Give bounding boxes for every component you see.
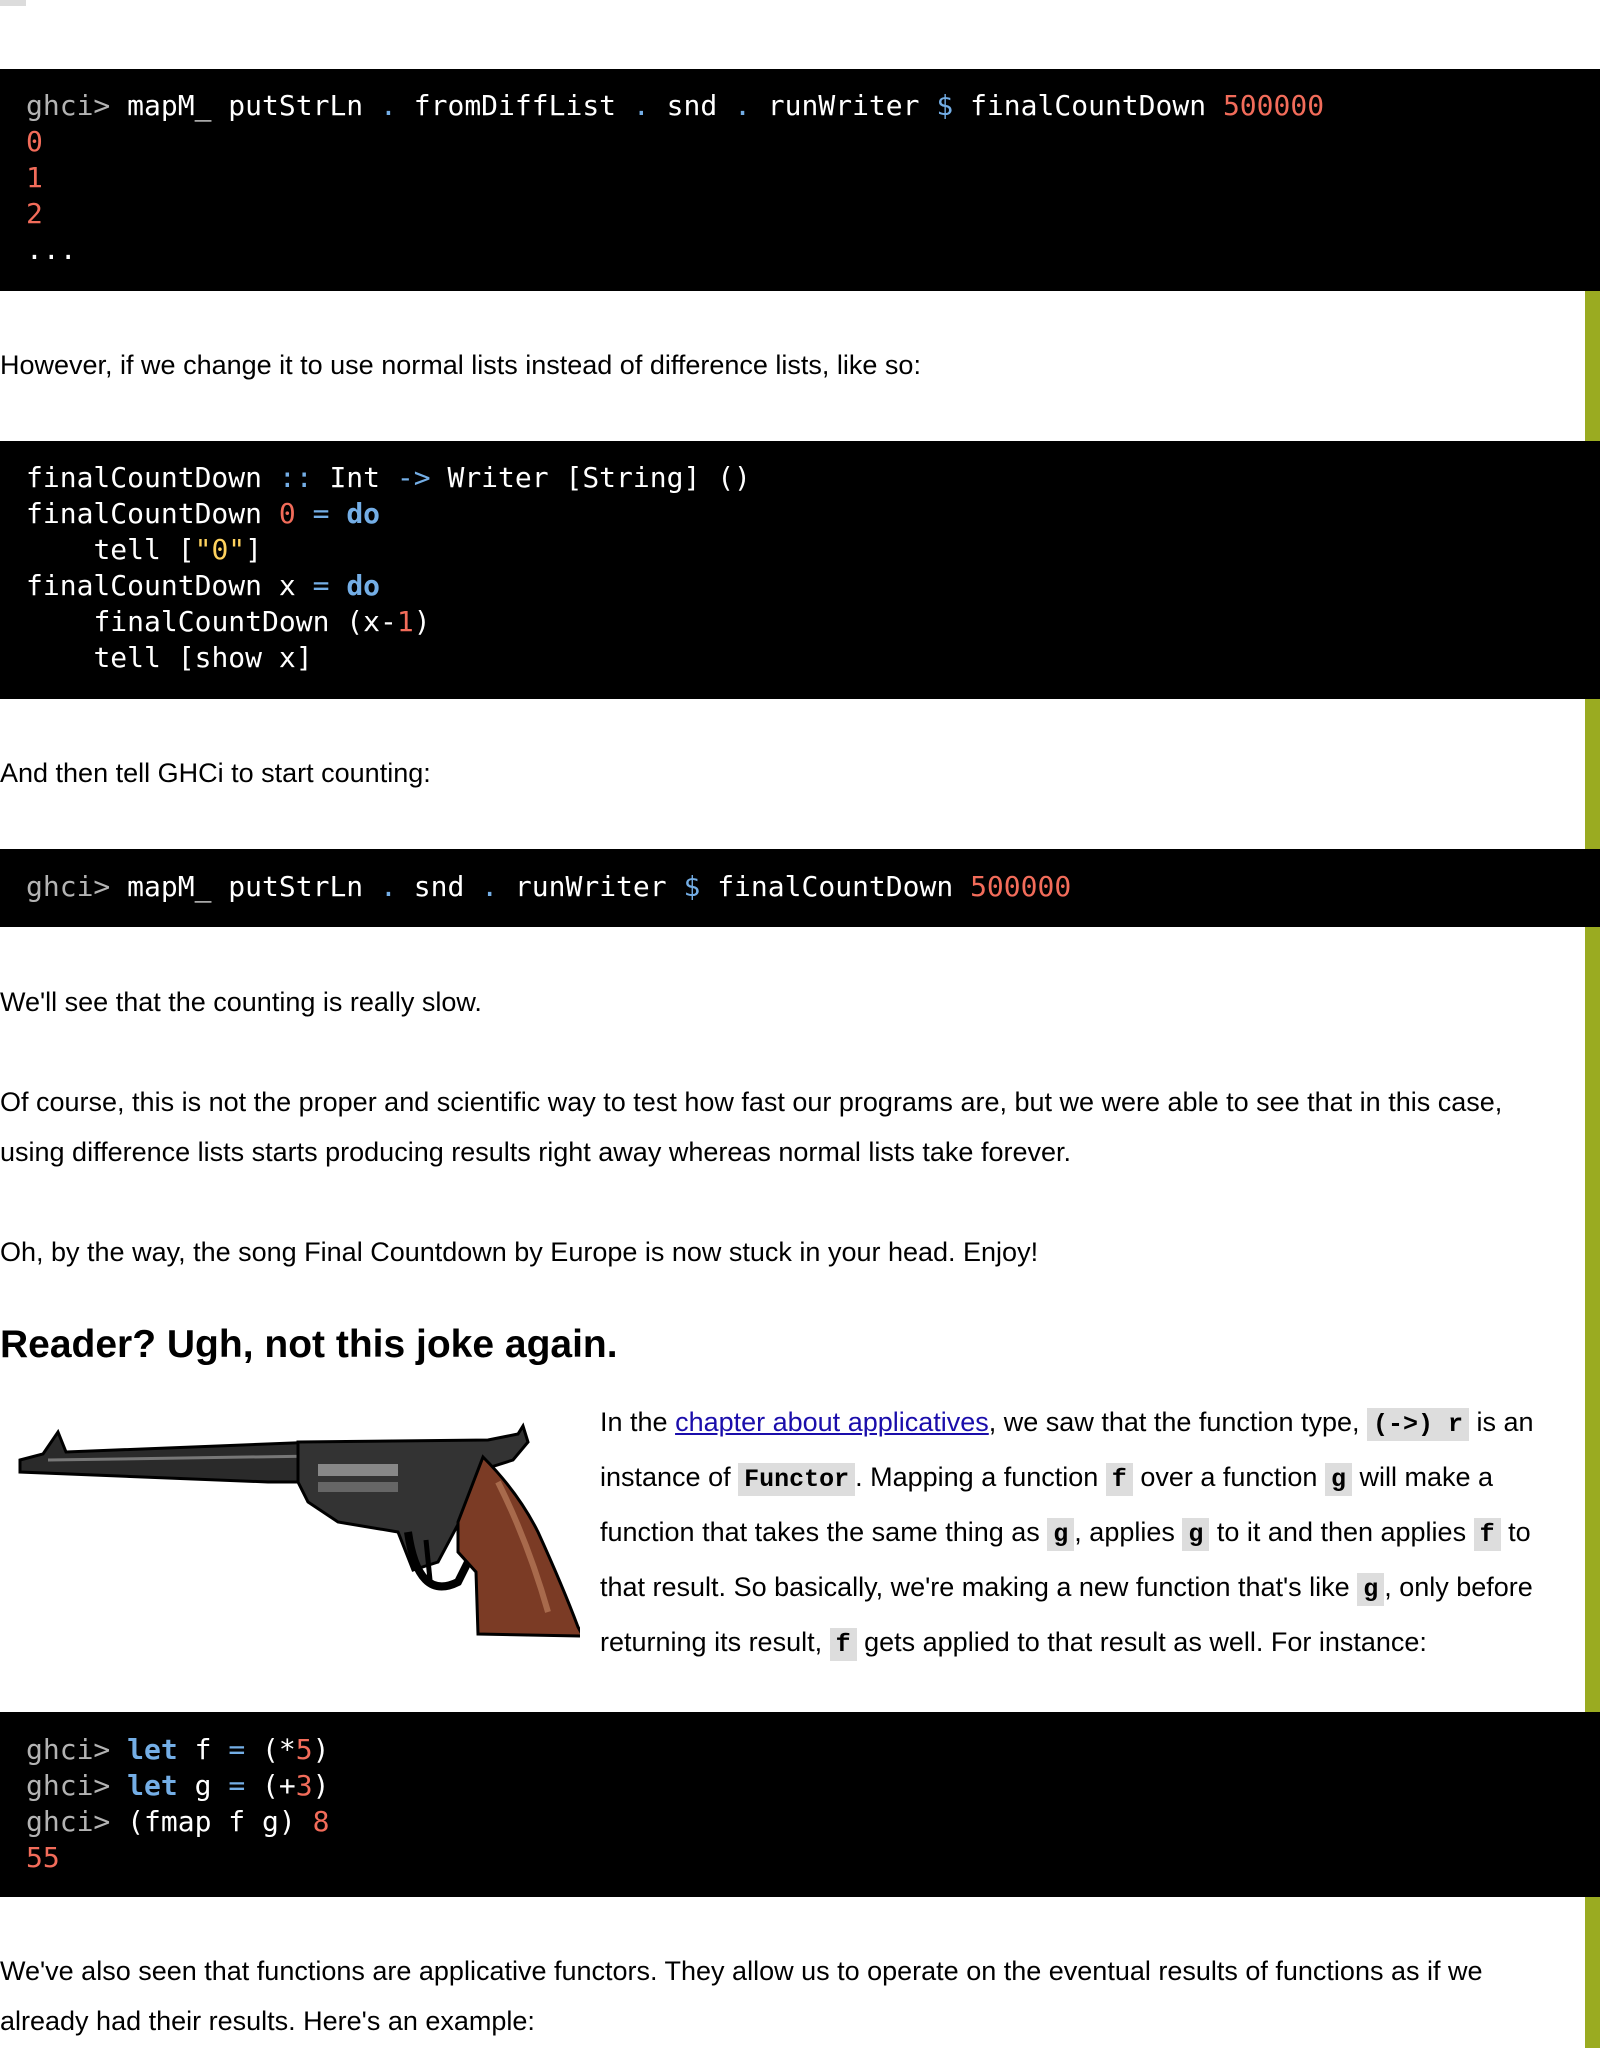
inline-code-reader-type: (->) r <box>1367 1408 1470 1441</box>
text-fragment: gets applied to that result as well. For… <box>856 1627 1427 1657</box>
code-block-ghci-difflist: ghci> mapM_ putStrLn . fromDiffList . sn… <box>0 69 1600 291</box>
paragraph-not-scientific: Of course, this is not the proper and sc… <box>0 1087 1503 1167</box>
text-fragment: In the <box>600 1407 676 1437</box>
paragraph-functor-functions: In the chapter about applicatives, we sa… <box>600 1396 1580 1671</box>
inline-code-g: g <box>1324 1463 1352 1496</box>
section-heading: Reader? Ugh, not this joke again. <box>0 1323 618 1366</box>
inline-code-functor: Functor <box>738 1463 856 1496</box>
inline-code-f: f <box>829 1628 857 1661</box>
text-fragment: over a function <box>1132 1462 1325 1492</box>
paragraph-normal-lists: However, if we change it to use normal l… <box>0 350 921 380</box>
paragraph-final-countdown: Oh, by the way, the song Final Countdown… <box>0 1237 1039 1267</box>
code-block-ghci-normal: ghci> mapM_ putStrLn . snd . runWriter $… <box>0 849 1600 927</box>
revolver-illustration <box>18 1422 580 1638</box>
text-fragment: to it and then applies <box>1209 1517 1474 1547</box>
code-block-fmap-example: ghci> let f = (*5) ghci> let g = (+3) gh… <box>0 1712 1600 1897</box>
paragraph-really-slow: We'll see that the counting is really sl… <box>0 987 482 1017</box>
paragraph-applicative-functions: We've also seen that functions are appli… <box>0 1956 1483 2036</box>
text-fragment: . Mapping a function <box>855 1462 1106 1492</box>
inline-code-f: f <box>1105 1463 1133 1496</box>
inline-code-g: g <box>1357 1573 1385 1606</box>
code-block-finalcountdown-normal: finalCountDown :: Int -> Writer [String]… <box>0 441 1600 699</box>
previous-inline-code-fragment <box>0 0 26 6</box>
text-fragment: , we saw that the function type, <box>988 1407 1367 1437</box>
inline-code-f: f <box>1473 1518 1501 1551</box>
inline-code-g: g <box>1047 1518 1075 1551</box>
chapter-applicatives-link[interactable]: chapter about applicatives <box>675 1407 989 1437</box>
paragraph-start-counting: And then tell GHCi to start counting: <box>0 758 431 788</box>
inline-code-g: g <box>1182 1518 1210 1551</box>
text-fragment: , applies <box>1074 1517 1183 1547</box>
